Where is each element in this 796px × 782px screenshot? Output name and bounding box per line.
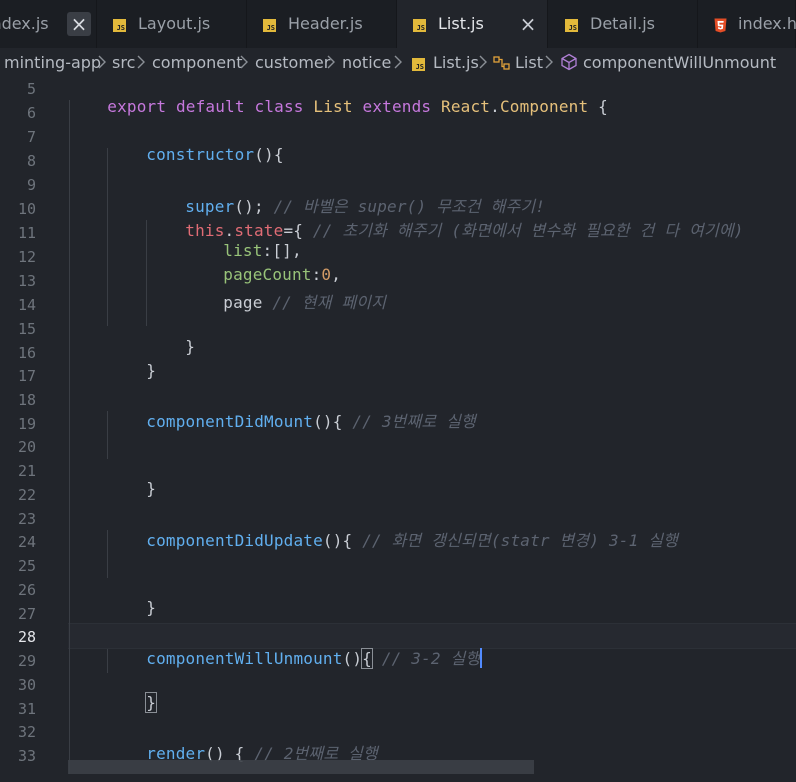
line-number: 7 xyxy=(26,128,36,146)
tab-label: index.html xyxy=(738,14,796,33)
line-number: 27 xyxy=(17,605,36,623)
breadcrumb-item-file[interactable]: List.js xyxy=(433,53,479,72)
tab-header-js[interactable]: JS Header.js xyxy=(247,0,397,48)
method-symbol-icon xyxy=(561,53,577,71)
tab-label: Detail.js xyxy=(590,14,655,33)
close-tab-icon[interactable]: × xyxy=(67,12,91,36)
tab-label: Layout.js xyxy=(138,14,211,33)
indent-guide xyxy=(69,100,70,782)
class-symbol-icon xyxy=(493,56,510,70)
line-number: 22 xyxy=(17,486,36,504)
tab-layout-js[interactable]: JS Layout.js xyxy=(97,0,247,48)
line-number: 26 xyxy=(17,581,36,599)
breadcrumb-item-notice[interactable]: notice xyxy=(342,53,391,72)
chevron-right-icon xyxy=(137,55,145,69)
chevron-right-icon xyxy=(545,55,553,69)
line-number: 15 xyxy=(17,320,36,338)
chevron-right-icon xyxy=(240,55,248,69)
breadcrumb-item-customer[interactable]: customer xyxy=(255,53,330,72)
line-number: 9 xyxy=(26,176,36,194)
line-number: 16 xyxy=(17,344,36,362)
code-line: componentDidUpdate(){ // 화면 갱신되면(statr 변… xyxy=(146,531,679,550)
js-file-icon: JS xyxy=(113,19,126,32)
line-number: 10 xyxy=(17,200,36,218)
line-number: 31 xyxy=(17,700,36,718)
tab-detail-js[interactable]: JS Detail.js xyxy=(548,0,698,48)
horizontal-scrollbar[interactable] xyxy=(68,760,534,774)
chevron-right-icon xyxy=(327,55,335,69)
tab-list-js[interactable]: JS List.js × xyxy=(397,0,548,48)
code-line: componentDidMount(){ // 3번째로 실행 xyxy=(146,412,476,431)
tab-index-html[interactable]: index.html xyxy=(698,0,796,48)
line-number: 13 xyxy=(17,272,36,290)
breadcrumb-item-class[interactable]: List xyxy=(515,53,543,72)
breadcrumb-item-minting-app[interactable]: minting-app xyxy=(4,53,101,72)
line-number: 17 xyxy=(17,367,36,385)
text-cursor xyxy=(480,648,483,668)
line-number: 12 xyxy=(17,248,36,266)
line-number: 14 xyxy=(17,296,36,314)
js-file-icon: JS xyxy=(412,58,425,71)
chevron-right-icon xyxy=(479,55,487,69)
partially-visible-line xyxy=(0,774,796,782)
html5-file-icon xyxy=(714,18,727,33)
line-number: 29 xyxy=(17,652,36,670)
line-number: 18 xyxy=(17,391,36,409)
chevron-right-icon xyxy=(98,55,106,69)
line-number: 8 xyxy=(26,152,36,170)
line-number: 30 xyxy=(17,676,36,694)
code-editor[interactable]: 5 6 7 8 9 10 11 12 13 14 15 16 17 18 19 20 21 22 23 24 25 26 2… xyxy=(0,78,796,782)
line-number: 28 xyxy=(17,628,36,646)
breadcrumb-item-method[interactable]: componentWillUnmount xyxy=(583,53,776,72)
line-number: 23 xyxy=(17,510,36,528)
line-number: 21 xyxy=(17,462,36,480)
chevron-right-icon xyxy=(394,55,402,69)
line-number: 32 xyxy=(17,723,36,741)
breadcrumb-item-component[interactable]: component xyxy=(152,53,243,72)
line-number: 33 xyxy=(17,747,36,765)
code-line: page // 현재 페이지 xyxy=(223,293,387,312)
js-file-icon: JS xyxy=(413,19,426,32)
tab-index-js[interactable]: index.js × xyxy=(0,0,97,48)
line-number: 5 xyxy=(26,80,36,98)
line-number: 19 xyxy=(17,415,36,433)
line-number: 24 xyxy=(17,533,36,551)
tab-bar: index.js × JS Layout.js JS Header.js JS … xyxy=(0,0,796,48)
line-number: 11 xyxy=(17,224,36,242)
breadcrumb: minting-app src component customer notic… xyxy=(0,48,796,78)
code-line: componentWillUnmount(){ // 3-2 실행 xyxy=(146,648,483,669)
js-file-icon: JS xyxy=(565,19,578,32)
tab-label: index.js xyxy=(0,14,49,33)
breadcrumb-item-src[interactable]: src xyxy=(112,53,135,72)
tab-label: List.js xyxy=(438,14,484,33)
line-number: 20 xyxy=(17,438,36,456)
tab-label: Header.js xyxy=(288,14,363,33)
line-number: 25 xyxy=(17,557,36,575)
line-number: 6 xyxy=(26,104,36,122)
close-tab-icon[interactable]: × xyxy=(516,12,540,36)
js-file-icon: JS xyxy=(263,19,276,32)
